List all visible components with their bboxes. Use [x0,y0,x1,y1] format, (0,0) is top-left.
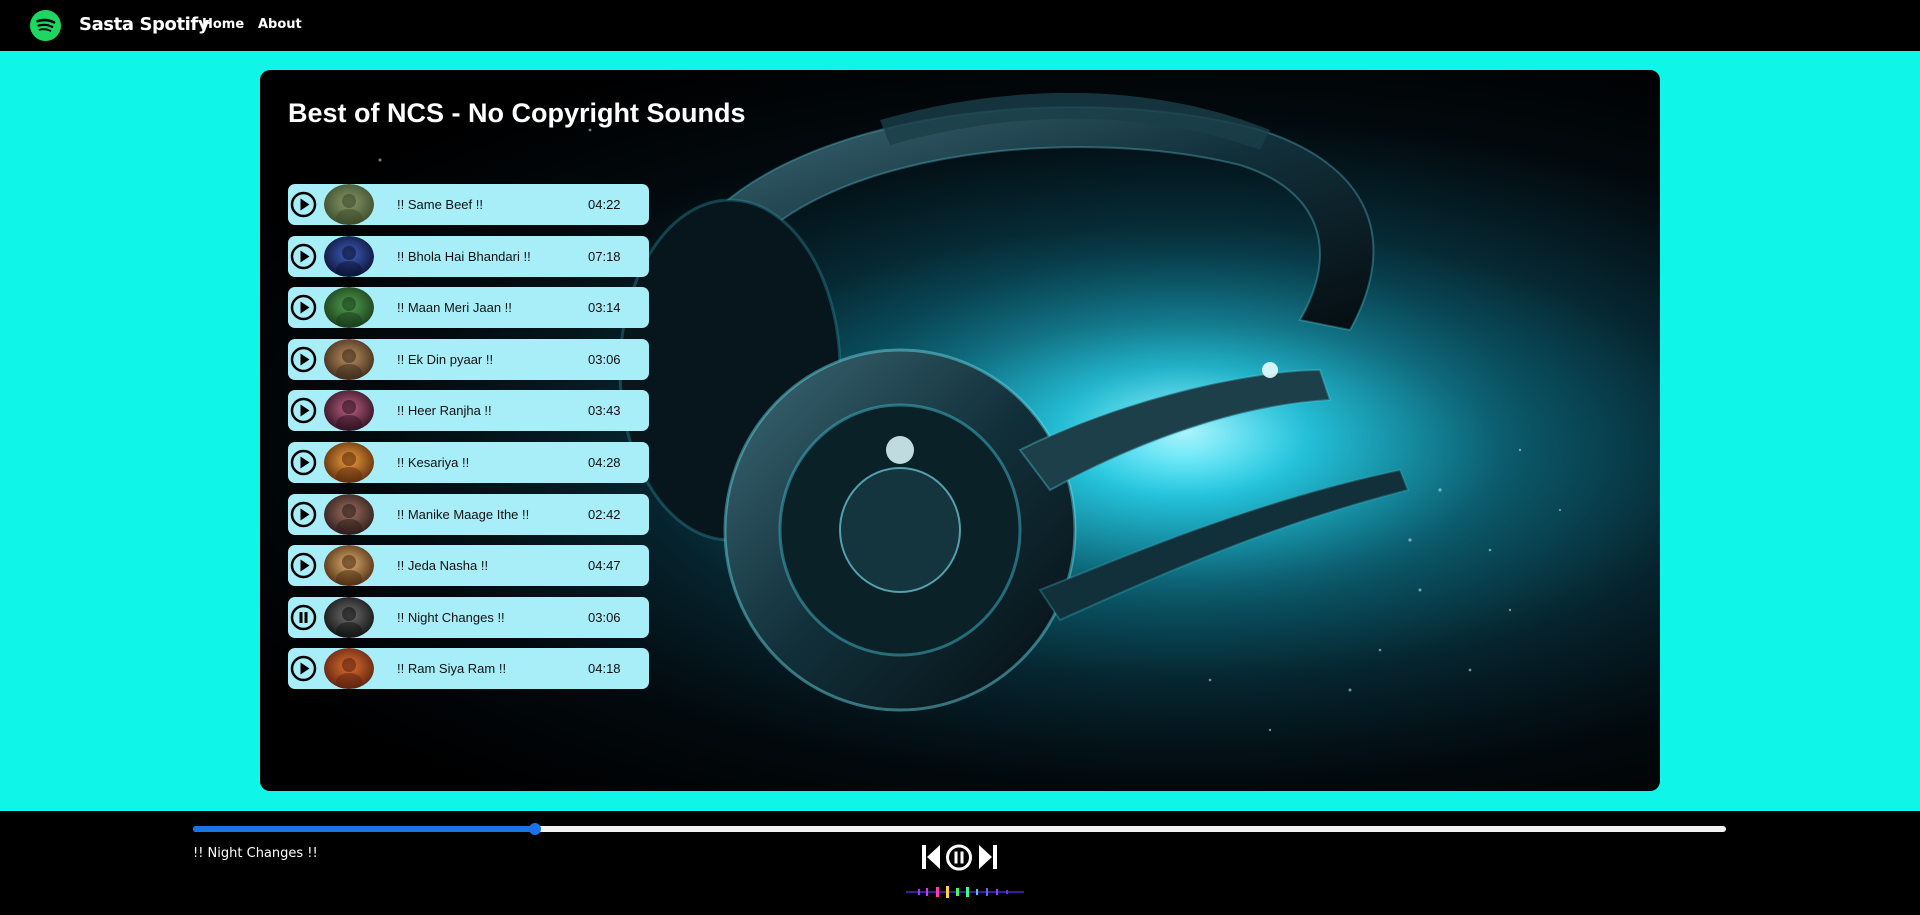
song-item[interactable]: !! Jeda Nasha !! 04:47 [288,545,649,587]
progress-slider[interactable] [193,823,1726,835]
play-icon[interactable] [290,501,317,528]
song-duration: 02:42 [588,506,621,522]
song-item[interactable]: !! Night Changes !! 03:06 [288,596,649,638]
play-icon[interactable] [290,243,317,270]
play-icon[interactable] [290,397,317,424]
album-cover-image [324,338,374,380]
song-item[interactable]: !! Same Beef !! 04:22 [288,184,649,225]
playlist-title: Best of NCS - No Copyright Sounds [288,98,746,128]
song-item[interactable]: !! Kesariya !! 04:28 [288,441,649,483]
album-cover-image [324,235,374,277]
album-cover-image [324,596,374,638]
song-name: !! Ram Siya Ram !! [397,661,507,677]
song-item[interactable]: !! Ek Din pyaar !! 03:06 [288,338,649,380]
album-cover-image [324,545,374,587]
song-name: !! Manike Maage Ithe !! [397,506,530,522]
nav-link-about[interactable]: About [258,17,302,32]
song-duration: 03:14 [588,300,621,316]
song-name: !! Maan Meri Jaan !! [397,300,512,316]
song-name: !! Night Changes !! [397,609,505,625]
brand-name[interactable]: Sasta Spotify [79,14,210,35]
song-item[interactable]: !! Ram Siya Ram !! 04:18 [288,648,649,690]
play-icon[interactable] [290,655,317,682]
audio-wave-icon [906,886,1024,898]
song-name: !! Kesariya !! [397,454,470,470]
play-icon[interactable] [290,294,317,321]
play-icon[interactable] [290,346,317,373]
song-duration: 04:28 [588,454,621,470]
play-icon[interactable] [290,449,317,476]
song-duration: 03:06 [588,609,621,625]
album-cover-image [324,390,374,432]
song-duration: 07:18 [588,248,621,264]
next-icon[interactable] [978,844,998,870]
song-name: !! Heer Ranjha !! [397,403,492,419]
song-item[interactable]: !! Bhola Hai Bhandari !! 07:18 [288,235,649,277]
song-duration: 04:22 [588,197,621,212]
previous-icon[interactable] [921,844,941,870]
progress-fill [193,826,535,832]
song-name: !! Jeda Nasha !! [397,558,489,574]
album-cover-image [324,648,374,690]
navbar: Sasta Spotify Home About [0,0,1920,51]
song-name: !! Ek Din pyaar !! [397,351,494,367]
song-name: !! Bhola Hai Bhandari !! [397,248,531,264]
play-icon[interactable] [290,191,317,218]
album-cover-image [324,493,374,535]
album-cover-image [324,441,374,483]
song-duration: 04:18 [588,661,621,677]
playlist-container: Best of NCS - No Copyright Sounds !! Sam… [260,70,1660,791]
now-playing-title: !! Night Changes !! [193,846,318,861]
song-duration: 03:43 [588,403,621,419]
play-icon[interactable] [290,552,317,579]
pause-icon[interactable] [290,604,317,631]
album-cover-image [324,287,374,329]
song-name: !! Same Beef !! [397,197,483,212]
album-cover-image [324,184,374,225]
song-duration: 04:47 [588,558,621,574]
song-list: !! Same Beef !! 04:22 !! Bhola Hai Bhandar… [288,184,649,700]
nav-link-home[interactable]: Home [202,17,244,32]
song-duration: 03:06 [588,351,621,367]
spotify-logo-icon[interactable] [30,10,61,41]
song-item[interactable]: !! Maan Meri Jaan !! 03:14 [288,287,649,329]
song-item[interactable]: !! Heer Ranjha !! 03:43 [288,390,649,432]
player-bar: !! Night Changes !! [0,811,1920,915]
song-item[interactable]: !! Manike Maage Ithe !! 02:42 [288,493,649,535]
progress-thumb[interactable] [528,823,541,835]
pause-icon[interactable] [945,844,973,871]
